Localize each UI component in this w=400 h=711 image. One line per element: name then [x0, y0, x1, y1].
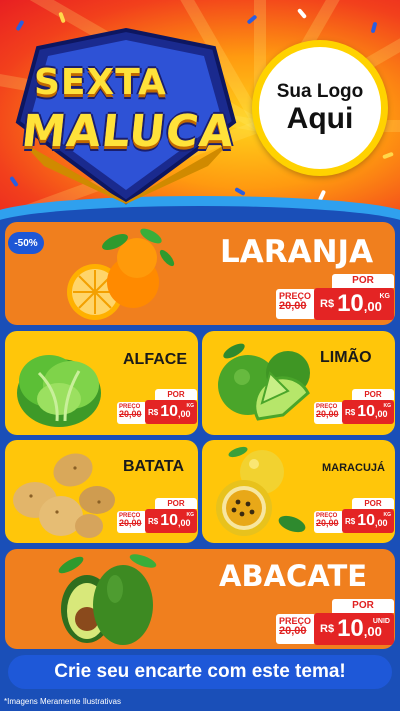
price-integer: 10	[337, 615, 364, 642]
product-card-limao[interactable]: LIMÃO POR PREÇO 20,00 R$ 10 ,00 KG	[202, 331, 395, 435]
price-box: R$ 10 ,00 KG	[342, 400, 394, 424]
product-name-maracuja: MARACUJÁ	[322, 462, 385, 474]
price-decimal: ,00	[363, 624, 382, 639]
price-box: R$ 10 ,00 KG	[342, 509, 394, 533]
avocado-icon	[58, 554, 157, 645]
old-price-value: 20,00	[316, 518, 339, 528]
price-old: PREÇO 20,00	[314, 402, 344, 424]
price-decimal: ,00	[375, 518, 388, 528]
product-card-batata[interactable]: BATATA POR PREÇO 20,00 R$ 10 ,00 KG	[5, 440, 198, 543]
price-box: R$ 10 ,00 KG	[145, 400, 197, 424]
currency-symbol: R$	[345, 516, 356, 526]
sexta-maluca-badge: SEXTA MALUCA	[8, 26, 244, 206]
price-box: R$ 10 ,00 UNID	[314, 613, 394, 645]
price-old: PREÇO 20,00	[314, 511, 344, 533]
old-price-value: 20,00	[279, 625, 307, 637]
header-banner: SEXTA MALUCA Sua Logo Aqui	[0, 0, 400, 222]
price-por-label: POR	[332, 274, 394, 288]
disclaimer-text: *Imagens Meramente Ilustrativas	[4, 697, 121, 706]
potato-icon	[13, 453, 115, 538]
price-tag-batata: POR PREÇO 20,00 R$ 10 ,00 KG	[117, 498, 197, 536]
title-maluca: MALUCA	[19, 106, 238, 157]
discount-badge: -50%	[8, 232, 44, 254]
price-old: PREÇO 20,00	[117, 511, 147, 533]
product-name-laranja: LARANJA	[220, 234, 374, 270]
lime-icon	[218, 343, 310, 421]
price-unit: KG	[186, 403, 195, 409]
product-name-batata: BATATA	[123, 458, 185, 475]
price-tag-limao: POR PREÇO 20,00 R$ 10 ,00 KG	[314, 389, 394, 427]
lettuce-icon	[17, 355, 101, 427]
product-card-abacate[interactable]: ABACATE POR PREÇO 20,00 R$ 10 ,00 UNID	[5, 549, 395, 649]
old-price-value: 20,00	[119, 409, 142, 419]
price-por-label: POR	[352, 498, 394, 509]
price-old: PREÇO 20,00	[276, 289, 316, 319]
logo-text-line2: Aqui	[286, 102, 354, 136]
old-price-value: 20,00	[279, 300, 307, 312]
currency-symbol: R$	[320, 298, 335, 310]
price-por-label: POR	[155, 389, 197, 400]
old-price-value: 20,00	[316, 409, 339, 419]
price-integer: 10	[357, 403, 376, 420]
price-unit: KG	[186, 512, 195, 518]
price-box: R$ 10 ,00 KG	[314, 288, 394, 320]
orange-icon	[67, 228, 175, 320]
price-decimal: ,00	[363, 299, 382, 314]
currency-symbol: R$	[148, 407, 159, 417]
price-tag-abacate: POR PREÇO 20,00 R$ 10 ,00 UNID	[276, 599, 394, 649]
title-sexta: SEXTA	[34, 62, 167, 103]
price-integer: 10	[160, 403, 179, 420]
currency-symbol: R$	[345, 407, 356, 417]
price-unit: KG	[379, 293, 391, 300]
product-card-laranja[interactable]: LARANJA POR PREÇO 20,00 R$ 10 ,00 KG	[5, 222, 395, 325]
price-unit: KG	[383, 403, 392, 409]
price-old: PREÇO 20,00	[276, 614, 316, 644]
price-unit: UNID	[372, 618, 390, 625]
passion-fruit-icon	[216, 446, 306, 536]
price-tag-alface: POR PREÇO 20,00 R$ 10 ,00 KG	[117, 389, 197, 427]
price-integer: 10	[160, 512, 179, 529]
price-decimal: ,00	[178, 518, 191, 528]
cta-banner[interactable]: Crie seu encarte com este tema!	[8, 655, 392, 689]
price-por-label: POR	[352, 389, 394, 400]
product-name-alface: ALFACE	[123, 351, 187, 368]
price-unit: KG	[383, 512, 392, 518]
price-old: PREÇO 20,00	[117, 402, 147, 424]
logo-text-line1: Sua Logo	[276, 81, 364, 103]
product-card-maracuja[interactable]: MARACUJÁ POR PREÇO 20,00 R$ 10 ,00 KG	[202, 440, 395, 543]
product-name-abacate: ABACATE	[219, 559, 368, 593]
price-decimal: ,00	[375, 409, 388, 419]
price-tag-laranja: POR PREÇO 20,00 R$ 10 ,00 KG	[276, 274, 394, 325]
price-por-label: POR	[155, 498, 197, 509]
price-integer: 10	[357, 512, 376, 529]
old-price-value: 20,00	[119, 518, 142, 528]
price-decimal: ,00	[178, 409, 191, 419]
currency-symbol: R$	[320, 623, 335, 635]
logo-placeholder[interactable]: Sua Logo Aqui	[252, 40, 388, 176]
price-box: R$ 10 ,00 KG	[145, 509, 197, 533]
product-name-limao: LIMÃO	[320, 349, 372, 366]
price-tag-maracuja: POR PREÇO 20,00 R$ 10 ,00 KG	[314, 498, 394, 536]
product-card-alface[interactable]: ALFACE POR PREÇO 20,00 R$ 10 ,00 KG	[5, 331, 198, 435]
currency-symbol: R$	[148, 516, 159, 526]
price-por-label: POR	[332, 599, 394, 613]
price-integer: 10	[337, 290, 364, 317]
